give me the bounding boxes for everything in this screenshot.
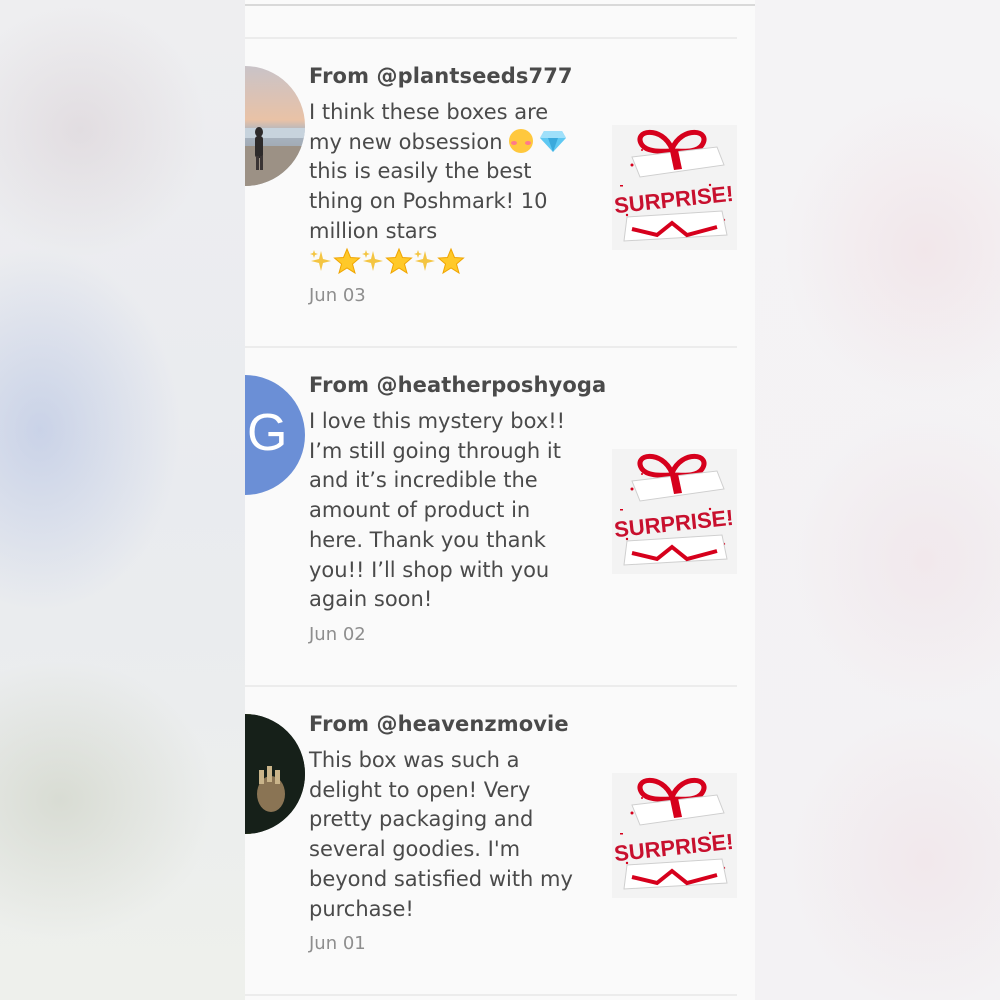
- smiling-face-with-hearts-icon: [509, 128, 534, 153]
- top-divider: [245, 0, 755, 6]
- sparkles-icon: [414, 249, 435, 271]
- review-text-part: this is easily the best thing on Poshmar…: [309, 159, 548, 243]
- avatar-letter: G: [247, 404, 288, 462]
- beach-photo-avatar[interactable]: [245, 66, 305, 186]
- review-date: Jun 03: [309, 285, 366, 306]
- stars-emoji-row: [309, 247, 465, 274]
- sparkles-icon: [362, 249, 383, 271]
- review-divider: [245, 346, 737, 348]
- reviews-panel[interactable]: From @plantseeds777 I think these boxes …: [245, 0, 755, 1000]
- star-icon: [333, 247, 361, 274]
- review-divider: [245, 685, 737, 687]
- surprise-box-thumbnail[interactable]: SURPRISE!: [612, 449, 737, 574]
- review-text: I think these boxes are my new obsession…: [309, 98, 581, 277]
- gem-icon: [539, 130, 566, 152]
- star-icon: [385, 247, 413, 274]
- dark-photo-avatar[interactable]: [245, 714, 305, 834]
- surprise-box-thumbnail[interactable]: SURPRISE!: [612, 125, 737, 250]
- sparkles-icon: [310, 249, 331, 271]
- review-author[interactable]: From @heatherposhyoga: [309, 373, 606, 397]
- review-author[interactable]: From @heavenzmovie: [309, 712, 569, 736]
- review-date: Jun 01: [309, 933, 366, 954]
- surprise-box-thumbnail[interactable]: SURPRISE!: [612, 773, 737, 898]
- review-divider: [245, 994, 737, 996]
- letter-avatar[interactable]: G: [245, 375, 305, 495]
- review-author[interactable]: From @plantseeds777: [309, 64, 573, 88]
- review-date: Jun 02: [309, 624, 366, 645]
- review-text: This box was such a delight to open! Ver…: [309, 748, 573, 921]
- blurred-background-right: [755, 0, 1000, 1000]
- star-icon: [437, 247, 465, 274]
- blurred-background-left: [0, 0, 245, 1000]
- review-text: I love this mystery box!! I’m still goin…: [309, 409, 566, 612]
- review-divider: [245, 37, 737, 39]
